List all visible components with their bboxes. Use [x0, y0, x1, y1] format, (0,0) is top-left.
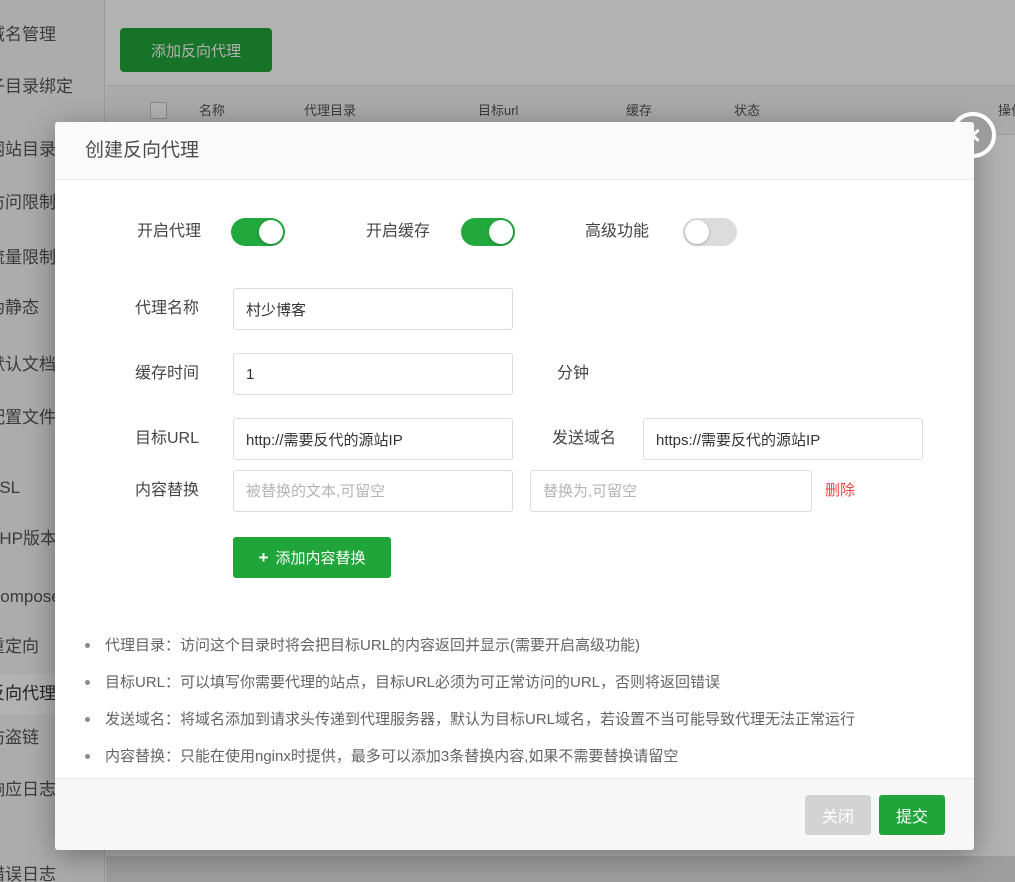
toggle-row: 开启代理 开启缓存 高级功能	[55, 218, 974, 246]
help-notes: 代理目录：访问这个目录时将会把目标URL的内容返回并显示(需要开启高级功能) 目…	[105, 627, 944, 775]
screenshot-canvas: 域名管理 子目录绑定 网站目录 访问限制 流量限制	[0, 0, 1015, 882]
advanced-features-label: 高级功能	[585, 218, 649, 246]
dialog-title: 创建反向代理	[85, 122, 199, 180]
enable-cache-label: 开启缓存	[366, 218, 430, 246]
replace-to-input[interactable]	[530, 470, 812, 512]
toggle-knob	[259, 220, 283, 244]
delete-replace-link[interactable]: 删除	[825, 470, 855, 512]
help-note: 发送域名：将域名添加到请求头传递到代理服务器，默认为目标URL域名，若设置不当可…	[105, 701, 944, 738]
target-url-input[interactable]	[233, 418, 513, 460]
replace-from-input[interactable]	[233, 470, 513, 512]
proxy-name-row: 代理名称	[55, 288, 974, 330]
advanced-features-toggle[interactable]	[683, 218, 737, 246]
help-note: 代理目录：访问这个目录时将会把目标URL的内容返回并显示(需要开启高级功能)	[105, 627, 944, 664]
content-replace-row: 内容替换 删除	[55, 470, 974, 512]
send-domain-label: 发送域名	[552, 418, 616, 460]
toggle-knob	[489, 220, 513, 244]
dialog-footer: 关闭 提交	[55, 778, 974, 850]
close-button[interactable]: 关闭	[805, 795, 871, 835]
enable-proxy-label: 开启代理	[137, 218, 201, 246]
target-url-label: 目标URL	[135, 418, 199, 460]
cache-time-row: 缓存时间 分钟	[55, 353, 974, 395]
enable-cache-toggle[interactable]	[461, 218, 515, 246]
enable-proxy-toggle[interactable]	[231, 218, 285, 246]
toggle-knob	[685, 220, 709, 244]
help-note: 内容替换：只能在使用nginx时提供，最多可以添加3条替换内容,如果不需要替换请…	[105, 738, 944, 775]
proxy-name-input[interactable]	[233, 288, 513, 330]
content-replace-label: 内容替换	[135, 470, 199, 512]
cache-time-suffix: 分钟	[557, 353, 589, 395]
cache-time-input[interactable]	[233, 353, 513, 395]
help-note: 目标URL：可以填写你需要代理的站点，目标URL必须为可正常访问的URL，否则将…	[105, 664, 944, 701]
create-reverse-proxy-dialog: × 创建反向代理 开启代理 开启缓存 高级功能 代理名称 缓存时间 分钟 目标U…	[55, 122, 974, 850]
cache-time-label: 缓存时间	[135, 353, 199, 395]
proxy-name-label: 代理名称	[135, 288, 199, 330]
send-domain-input[interactable]	[643, 418, 923, 460]
add-content-replace-button[interactable]: + 添加内容替换	[233, 537, 391, 578]
plus-icon: +	[259, 548, 269, 567]
add-content-replace-label: 添加内容替换	[275, 550, 365, 567]
dialog-header: 创建反向代理	[55, 122, 974, 180]
target-url-row: 目标URL 发送域名	[55, 418, 974, 460]
submit-button[interactable]: 提交	[879, 795, 945, 835]
